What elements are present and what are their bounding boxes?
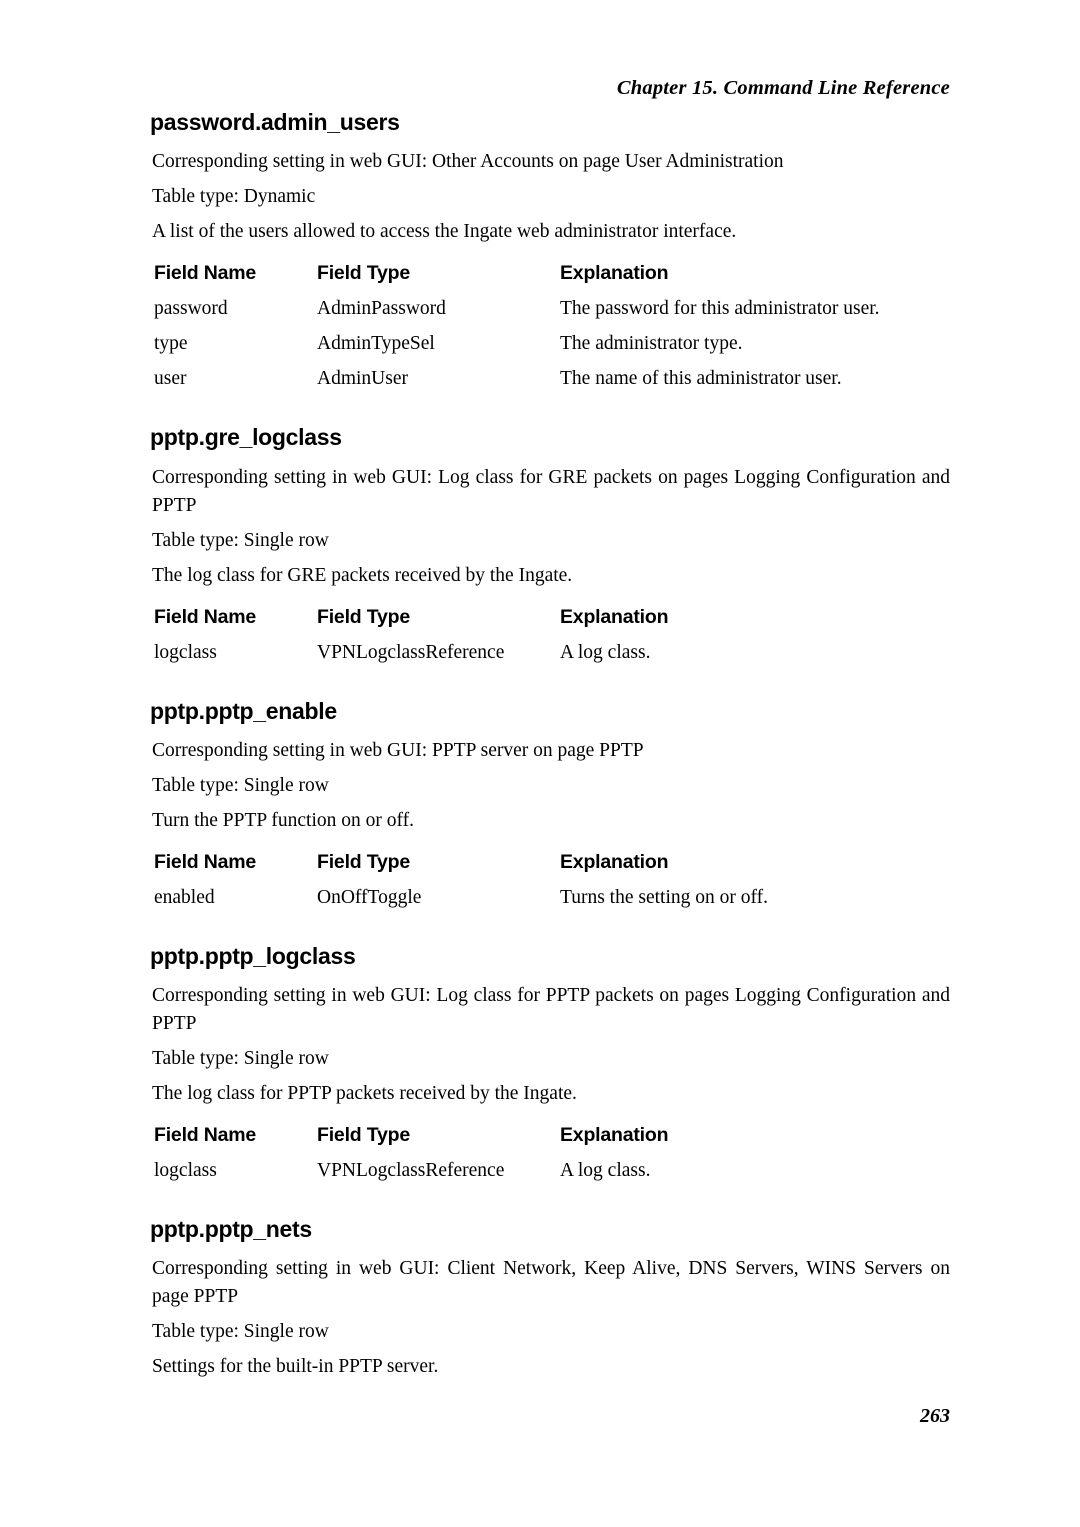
- cell-field-type: VPNLogclassReference: [317, 1160, 505, 1182]
- column-header-field-type: Field Type: [317, 262, 410, 285]
- section-title: pptp.gre_logclass: [150, 424, 342, 451]
- section-paragraph: Corresponding setting in web GUI: Client…: [152, 1258, 950, 1308]
- section-paragraph: Settings for the built-in PPTP server.: [152, 1356, 439, 1378]
- section-paragraph: Table type: Dynamic: [152, 186, 316, 208]
- section-paragraph: Table type: Single row: [152, 1321, 329, 1343]
- page-number: 263: [920, 1405, 950, 1427]
- cell-field-name: logclass: [154, 641, 217, 663]
- section-password-admin-users: password.admin_users Corresponding setti…: [150, 109, 950, 399]
- cell-field-name: type: [154, 333, 188, 355]
- cell-explanation: The name of this administrator user.: [560, 368, 842, 390]
- section-paragraph: Turn the PPTP function on or off.: [152, 809, 415, 831]
- column-header-field-name: Field Name: [154, 605, 257, 628]
- column-header-field-name: Field Name: [154, 262, 257, 285]
- column-header-field-name: Field Name: [154, 1124, 257, 1147]
- cell-explanation: The password for this administrator user…: [560, 298, 880, 320]
- section-paragraph: The log class for GRE packets received b…: [152, 564, 573, 586]
- cell-field-type: AdminPassword: [317, 298, 446, 320]
- section-title: pptp.pptp_logclass: [150, 942, 356, 969]
- table-row: enabled OnOffToggle Turns the setting on…: [154, 883, 954, 918]
- table-header-row: Field Name Field Type Explanation: [154, 262, 954, 294]
- section-paragraph: Corresponding setting in web GUI: Other …: [152, 151, 784, 173]
- cell-field-name: password: [154, 298, 228, 320]
- section-paragraph: Table type: Single row: [152, 529, 329, 551]
- section-pptp-pptp-nets: pptp.pptp_nets Corresponding setting in …: [150, 1216, 950, 1381]
- page-content: password.admin_users Corresponding setti…: [150, 109, 950, 1388]
- field-table: Field Name Field Type Explanation logcla…: [154, 606, 954, 673]
- table-header-row: Field Name Field Type Explanation: [154, 1124, 954, 1156]
- section-paragraph: Corresponding setting in web GUI: PPTP s…: [152, 739, 644, 761]
- section-paragraph: Corresponding setting in web GUI: Log cl…: [152, 466, 950, 516]
- section-paragraph: Corresponding setting in web GUI: Log cl…: [152, 985, 950, 1035]
- cell-field-type: VPNLogclassReference: [317, 641, 505, 663]
- cell-field-type: AdminUser: [317, 368, 408, 390]
- section-title: password.admin_users: [150, 109, 400, 135]
- running-head: Chapter 15. Command Line Reference: [616, 77, 950, 99]
- column-header-explanation: Explanation: [560, 1124, 669, 1147]
- section-title: pptp.pptp_nets: [150, 1216, 312, 1243]
- cell-explanation: The administrator type.: [560, 333, 743, 355]
- column-header-field-type: Field Type: [317, 850, 410, 873]
- cell-explanation: A log class.: [560, 641, 651, 663]
- cell-explanation: Turns the setting on or off.: [560, 886, 769, 908]
- column-header-field-type: Field Type: [317, 605, 410, 628]
- table-header-row: Field Name Field Type Explanation: [154, 606, 954, 638]
- section-paragraph: Table type: Single row: [152, 1048, 329, 1070]
- cell-field-type: OnOffToggle: [317, 886, 422, 908]
- column-header-explanation: Explanation: [560, 850, 669, 873]
- table-row: logclass VPNLogclassReference A log clas…: [154, 1156, 954, 1191]
- column-header-explanation: Explanation: [560, 605, 669, 628]
- column-header-field-name: Field Name: [154, 850, 257, 873]
- cell-field-name: user: [154, 368, 187, 390]
- section-pptp-pptp-logclass: pptp.pptp_logclass Corresponding setting…: [150, 942, 950, 1191]
- document-page: Chapter 15. Command Line Reference passw…: [0, 0, 1080, 1527]
- table-row: password AdminPassword The password for …: [154, 294, 954, 329]
- table-row: user AdminUser The name of this administ…: [154, 364, 954, 399]
- cell-field-name: enabled: [154, 886, 215, 908]
- column-header-field-type: Field Type: [317, 1124, 410, 1147]
- section-paragraph: Table type: Single row: [152, 774, 329, 796]
- cell-explanation: A log class.: [560, 1160, 651, 1182]
- field-table: Field Name Field Type Explanation enable…: [154, 851, 954, 918]
- table-row: type AdminTypeSel The administrator type…: [154, 329, 954, 364]
- column-header-explanation: Explanation: [560, 262, 669, 285]
- section-title: pptp.pptp_enable: [150, 697, 337, 724]
- cell-field-type: AdminTypeSel: [317, 333, 435, 355]
- section-pptp-gre-logclass: pptp.gre_logclass Corresponding setting …: [150, 424, 950, 672]
- cell-field-name: logclass: [154, 1160, 217, 1182]
- section-paragraph: A list of the users allowed to access th…: [152, 221, 737, 243]
- field-table: Field Name Field Type Explanation passwo…: [154, 262, 954, 399]
- table-row: logclass VPNLogclassReference A log clas…: [154, 638, 954, 673]
- table-header-row: Field Name Field Type Explanation: [154, 851, 954, 883]
- section-paragraph: The log class for PPTP packets received …: [152, 1083, 577, 1105]
- section-pptp-pptp-enable: pptp.pptp_enable Corresponding setting i…: [150, 697, 950, 918]
- field-table: Field Name Field Type Explanation logcla…: [154, 1124, 954, 1191]
